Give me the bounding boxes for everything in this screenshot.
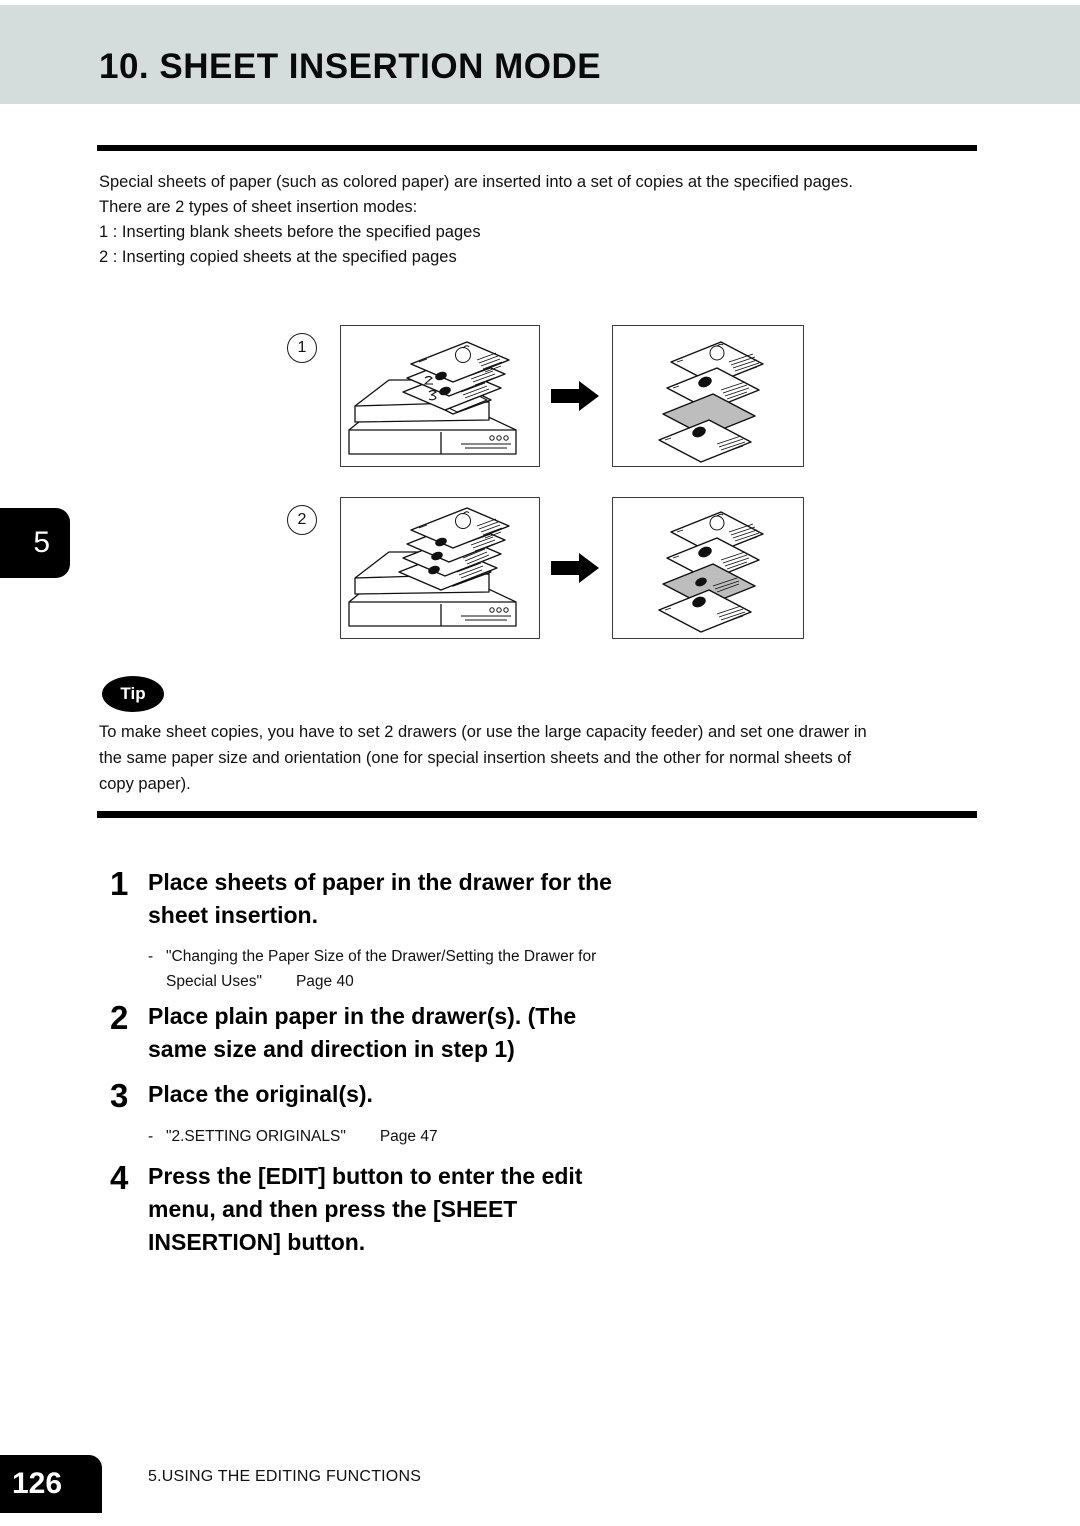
figure-1-output-illustration <box>612 325 804 467</box>
horizontal-rule-middle <box>97 811 977 818</box>
step-4-line-2: menu, and then press the [SHEET <box>148 1196 518 1222</box>
tip-line-3: copy paper). <box>99 775 191 793</box>
step-4-line-1: Press the [EDIT] button to enter the edi… <box>148 1163 583 1189</box>
step-1-line-2: sheet insertion. <box>148 902 318 928</box>
step-2-text: Place plain paper in the drawer(s). (The… <box>148 1000 730 1066</box>
intro-line-1: Special sheets of paper (such as colored… <box>99 173 853 191</box>
tip-line-2: the same paper size and orientation (one… <box>99 749 852 767</box>
figure-row-1: 1 <box>0 315 1080 475</box>
right-arrow-icon <box>549 379 601 413</box>
step-3-note-page: Page 47 <box>379 1128 438 1145</box>
step-3-note: - "2.SETTING ORIGINALS" Page 47 <box>148 1124 848 1149</box>
figure-group: 1 2 <box>0 305 1080 645</box>
intro-paragraph: Special sheets of paper (such as colored… <box>99 170 979 270</box>
figure-number-2: 2 <box>287 505 317 535</box>
step-1-number: 1 <box>110 865 129 902</box>
step-3-number: 3 <box>110 1077 129 1114</box>
step-1-line-1: Place sheets of paper in the drawer for … <box>148 869 612 895</box>
intro-line-4: 2 : Inserting copied sheets at the speci… <box>99 248 457 266</box>
figure-row-2: 2 <box>0 487 1080 647</box>
step-1-text: Place sheets of paper in the drawer for … <box>148 866 730 932</box>
figure-number-1: 1 <box>287 333 317 363</box>
figure-1-copier-illustration <box>340 325 540 467</box>
step-4-number: 4 <box>110 1159 129 1196</box>
step-3: 3 Place the original(s). <box>110 1077 730 1114</box>
step-4: 4 Press the [EDIT] button to enter the e… <box>110 1160 730 1259</box>
tip-body: To make sheet copies, you have to set 2 … <box>99 719 989 797</box>
step-3-note-dash: - <box>148 1128 154 1145</box>
step-1-note: - "Changing the Paper Size of the Drawer… <box>148 944 848 994</box>
step-2-line-1: Place plain paper in the drawer(s). (The <box>148 1003 577 1029</box>
intro-line-3: 1 : Inserting blank sheets before the sp… <box>99 223 481 241</box>
step-1-note-ref: Special Uses" <box>166 973 262 990</box>
tip-line-1: To make sheet copies, you have to set 2 … <box>99 723 867 741</box>
step-2-line-2: same size and direction in step 1) <box>148 1036 515 1062</box>
step-2: 2 Place plain paper in the drawer(s). (T… <box>110 1000 730 1066</box>
right-arrow-icon <box>549 551 601 585</box>
step-3-note-line-1: "2.SETTING ORIGINALS" Page 47 <box>166 1124 848 1149</box>
step-4-text: Press the [EDIT] button to enter the edi… <box>148 1160 730 1259</box>
step-1-note-dash: - <box>148 948 154 965</box>
step-1-note-page: Page 40 <box>295 973 354 990</box>
figure-2-copier-illustration <box>340 497 540 639</box>
step-3-line-1: Place the original(s). <box>148 1081 373 1107</box>
footer-page-number: 126 <box>11 1467 63 1500</box>
footer-section-title: 5.USING THE EDITING FUNCTIONS <box>148 1468 422 1485</box>
step-1-note-line-1: "Changing the Paper Size of the Drawer/S… <box>166 948 597 965</box>
step-3-text: Place the original(s). <box>148 1078 730 1111</box>
step-1-note-line-2: Special Uses" Page 40 <box>166 969 848 994</box>
step-4-line-3: INSERTION] button. <box>148 1229 366 1255</box>
step-2-number: 2 <box>110 999 129 1036</box>
page-title: 10. SHEET INSERTION MODE <box>99 47 602 86</box>
intro-line-2: There are 2 types of sheet insertion mod… <box>99 198 418 216</box>
figure-2-output-illustration <box>612 497 804 639</box>
footer-page-tab: 126 <box>0 1455 102 1513</box>
tip-badge-label: Tip <box>120 684 146 703</box>
horizontal-rule-top <box>97 145 977 151</box>
tip-badge: Tip <box>102 676 164 712</box>
step-3-note-ref: "2.SETTING ORIGINALS" <box>166 1128 346 1145</box>
step-1: 1 Place sheets of paper in the drawer fo… <box>110 866 730 932</box>
